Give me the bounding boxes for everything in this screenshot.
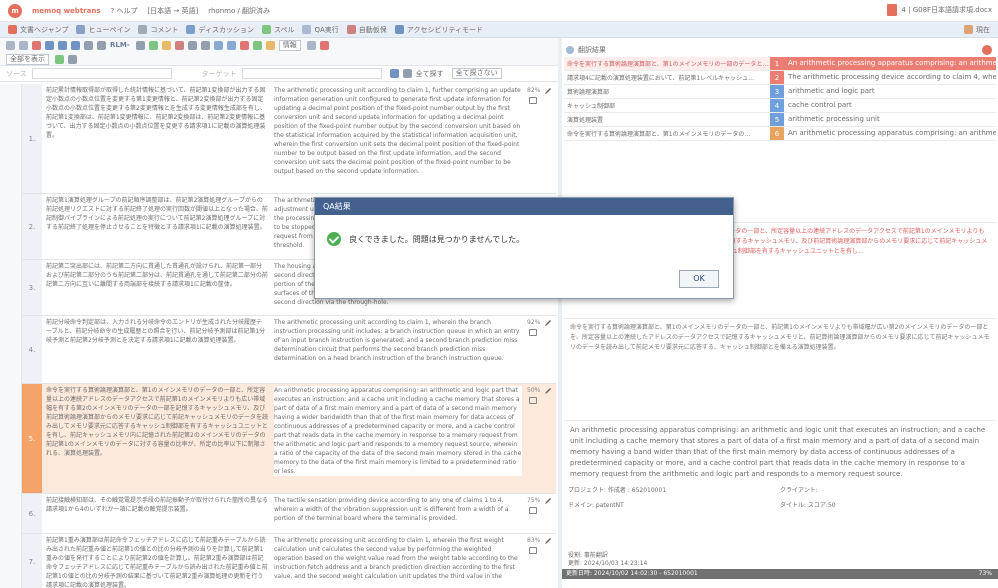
- dialog-title: QA結果: [315, 198, 733, 215]
- dialog-message: 良くできました。問題は見つかりませんでした。: [349, 234, 525, 244]
- ok-button[interactable]: OK: [679, 270, 719, 288]
- dialog-body: 良くできました。問題は見つかりませんでした。: [327, 232, 524, 246]
- qa-result-dialog: QA結果 良くできました。問題は見つかりませんでした。 OK: [314, 197, 734, 299]
- success-check-icon: [327, 232, 341, 246]
